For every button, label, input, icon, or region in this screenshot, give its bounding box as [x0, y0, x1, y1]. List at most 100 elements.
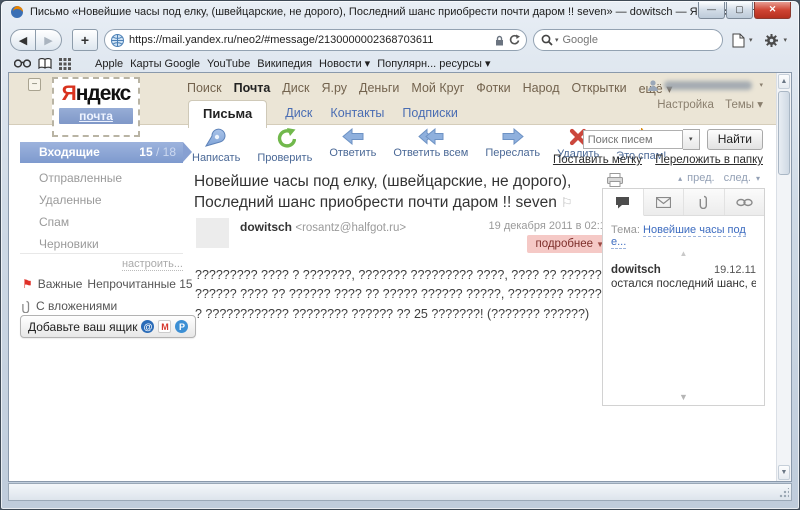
service-moikrug[interactable]: Мой Круг [411, 81, 464, 96]
tab-contacts[interactable]: Контакты [330, 106, 384, 127]
yandex-mail-label[interactable]: почта [59, 108, 133, 124]
reading-glasses-icon[interactable] [14, 59, 31, 68]
service-yaru[interactable]: Я.ру [321, 81, 347, 96]
yandex-logo[interactable]: Яндекс почта [52, 77, 140, 137]
filter-attachments-row: С вложениями [22, 299, 117, 313]
page-scrollbar[interactable]: ▲ ▼ [776, 73, 791, 481]
service-otkrytki[interactable]: Открытки [572, 81, 627, 96]
compose-button[interactable]: Написать [192, 128, 240, 164]
thread-subject-label: Тема: [611, 224, 640, 236]
thread-list-item[interactable]: dowitsch 19.12.11 остался последний шанс… [603, 258, 764, 290]
service-money[interactable]: Деньги [359, 81, 399, 96]
web-search-input[interactable] [562, 34, 714, 46]
window-title: Письмо «Новейшие часы под елку, (швейцар… [30, 6, 760, 18]
mail-search-input[interactable] [583, 130, 683, 149]
settings-link[interactable]: Настройка [657, 99, 714, 111]
set-label-link[interactable]: Поставить метку [553, 154, 642, 166]
titlebar[interactable]: Письмо «Новейшие часы под елку, (швейцар… [1, 1, 799, 23]
bookmark-apple[interactable]: Apple [95, 58, 123, 70]
print-icon[interactable] [607, 173, 623, 187]
add-mailbox-button[interactable]: Добавьте ваш ящик @ M Ρ [20, 315, 196, 338]
next-link[interactable]: след. [724, 172, 751, 184]
thread-item-sender: dowitsch [611, 264, 661, 276]
browser-window: Письмо «Новейшие часы под елку, (швейцар… [0, 0, 800, 510]
sidebar-item-spam[interactable]: Спам [39, 215, 69, 229]
minimize-button[interactable]: — [698, 2, 725, 19]
service-search[interactable]: Поиск [187, 81, 222, 96]
configure-folders-link[interactable]: настроить... [20, 253, 183, 270]
tab-disk[interactable]: Диск [285, 106, 312, 127]
themes-link[interactable]: Темы ▾ [725, 99, 763, 111]
subject-flag-icon[interactable]: ⚐ [561, 195, 573, 210]
yandex-logo-text: Яндекс [59, 82, 133, 106]
tab-attachments[interactable] [684, 189, 725, 215]
new-tab-button[interactable]: + [72, 29, 98, 51]
account-area: ▾ Настройка Темы ▾ [647, 79, 763, 111]
scroll-thumb[interactable] [778, 91, 790, 175]
reply-button[interactable]: Ответить [329, 128, 376, 164]
avatar [196, 218, 229, 248]
filter-important-unread: ⚑ Важные Непрочитанные 15 [22, 277, 193, 291]
service-fotki[interactable]: Фотки [476, 81, 510, 96]
message-date: 19 декабря 2011 в 02:14 [489, 220, 612, 232]
browser-toolbar: ◀ ▶ + ▾ ▾ [8, 25, 792, 55]
collapse-sidebar-button[interactable]: − [28, 78, 41, 91]
maximize-button[interactable]: ▢ [726, 2, 753, 19]
attachment-clip-icon [22, 300, 31, 313]
bookmark-google-maps[interactable]: Карты Google [130, 58, 200, 70]
bookmark-wikipedia[interactable]: Википедия [257, 58, 312, 70]
check-mail-button[interactable]: Проверить [257, 128, 312, 164]
search-engine-icon[interactable]: ▾ [541, 34, 559, 46]
mail-search-dropdown[interactable]: ▾ [683, 129, 700, 150]
bookmark-youtube[interactable]: YouTube [207, 58, 250, 70]
scroll-down-button[interactable]: ▼ [778, 465, 790, 480]
tab-links[interactable] [725, 189, 765, 215]
important-flag-icon: ⚑ [22, 277, 33, 291]
gear-icon[interactable]: ▾ [761, 31, 790, 50]
user-dropdown-arrow[interactable]: ▾ [759, 81, 763, 89]
lock-icon [495, 35, 504, 46]
scroll-up-button[interactable]: ▲ [778, 74, 790, 89]
service-narod[interactable]: Народ [523, 81, 560, 96]
move-to-folder-link[interactable]: Переложить в папку [655, 154, 763, 166]
status-bar [8, 483, 792, 501]
url-bar[interactable] [104, 29, 527, 51]
page-actions-button[interactable]: ▾ [729, 31, 756, 50]
forward-button-mail[interactable]: Переслать [485, 128, 540, 164]
grid-icon[interactable] [59, 58, 71, 70]
filter-important[interactable]: Важные [38, 277, 83, 291]
tab-letters[interactable]: Письма [188, 100, 267, 128]
sidebar-item-inbox[interactable]: Входящие 15 / 18 [20, 142, 183, 163]
firefox-icon [10, 5, 24, 19]
thread-item-date: 19.12.11 [714, 264, 756, 276]
sidebar-item-deleted[interactable]: Удаленные [39, 193, 102, 207]
browser-search[interactable]: ▾ [533, 29, 723, 51]
resize-grip[interactable] [779, 488, 789, 498]
forward-button[interactable]: ▶ [36, 29, 62, 51]
service-mail[interactable]: Почта [234, 81, 271, 96]
reply-all-button[interactable]: Ответить всем [393, 128, 468, 164]
tab-subscriptions[interactable]: Подписки [402, 106, 457, 127]
url-input[interactable] [129, 34, 491, 46]
bookmarks-book-icon[interactable] [38, 58, 52, 69]
filter-unread[interactable]: Непрочитанные 15 [87, 277, 192, 291]
details-toggle[interactable]: подробнее▼ [527, 235, 612, 253]
tab-same-sender[interactable] [644, 189, 685, 215]
back-button[interactable]: ◀ [10, 29, 36, 51]
sidebar-item-sent[interactable]: Отправленные [39, 171, 122, 185]
user-email-blurred[interactable] [664, 81, 752, 90]
sender-email: <rosantz@halfgot.ru> [295, 222, 406, 234]
find-button[interactable]: Найти [707, 129, 763, 150]
prev-link[interactable]: пред. [687, 172, 714, 184]
services-nav: Поиск Почта Диск Я.ру Деньги Мой Круг Фо… [187, 81, 673, 96]
thread-caret-down-icon[interactable]: ▼ [603, 392, 764, 402]
service-disk[interactable]: Диск [282, 81, 309, 96]
close-button[interactable]: ✕ [754, 2, 791, 19]
filter-attachments[interactable]: С вложениями [36, 299, 117, 313]
sender-name: dowitsch <rosantz@halfgot.ru> [240, 220, 406, 234]
bookmark-popular-folder[interactable]: Популярн... ресурсы ▾ [377, 57, 490, 70]
sidebar-item-drafts[interactable]: Черновики [39, 237, 99, 251]
bookmark-news-folder[interactable]: Новости ▾ [319, 57, 370, 70]
reload-icon[interactable] [508, 34, 520, 46]
tab-thread[interactable] [603, 189, 644, 216]
